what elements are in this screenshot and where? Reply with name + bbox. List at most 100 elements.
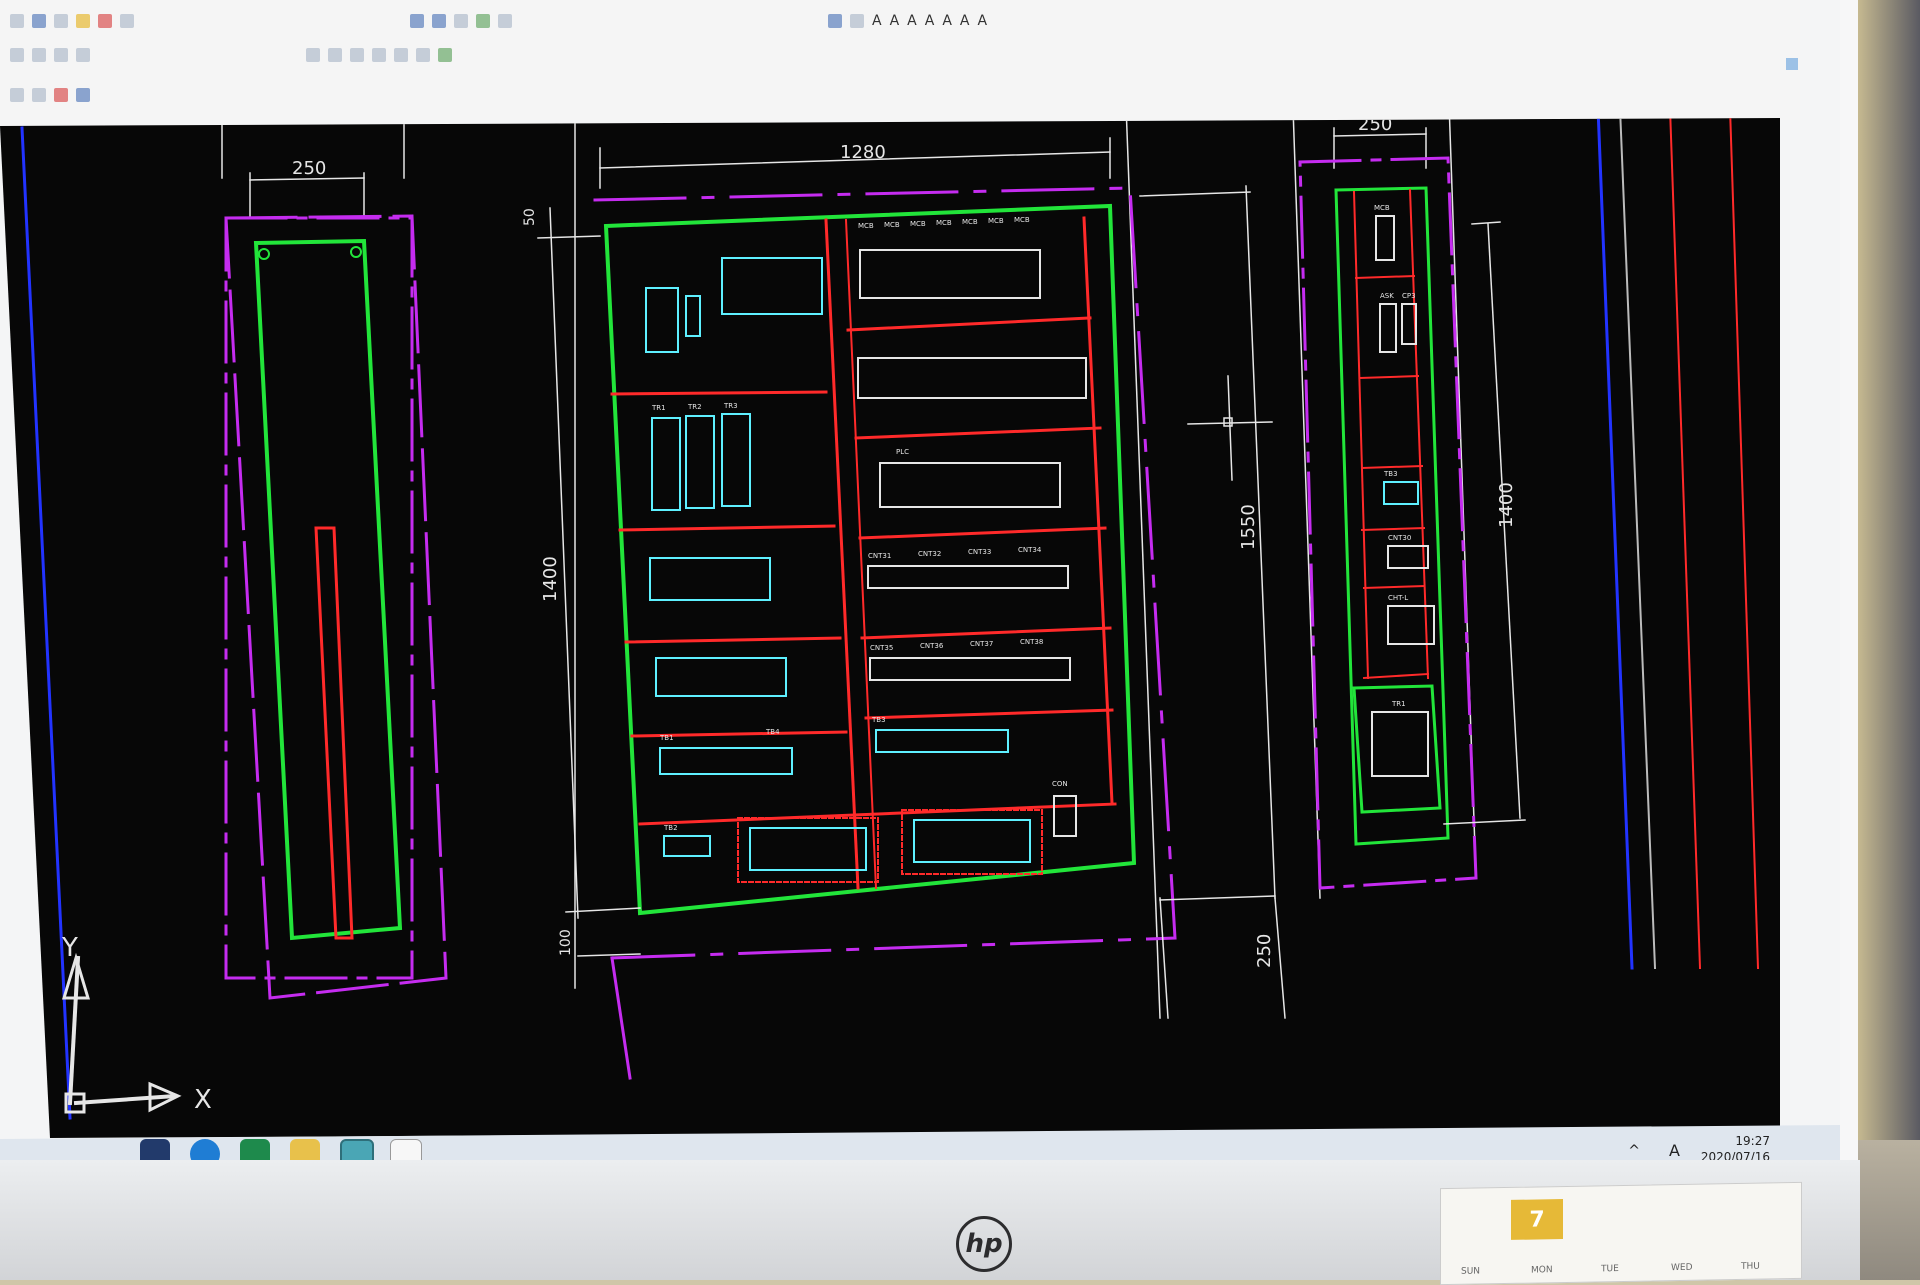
red-guide-line-2: [1728, 118, 1760, 970]
mirror-icon[interactable]: [372, 48, 386, 62]
connector-label-8: CNT38: [1020, 638, 1043, 646]
ortho-icon[interactable]: [54, 88, 68, 102]
tray-chevron-icon[interactable]: ^: [1628, 1143, 1640, 1159]
zoom-in-icon[interactable]: [410, 14, 424, 28]
save-icon[interactable]: [54, 14, 68, 28]
side-width-dim: 250: [1358, 118, 1392, 135]
blue-guide-line: [1596, 118, 1634, 970]
extend-icon[interactable]: [438, 48, 452, 62]
breaker-label-4: MCB: [936, 219, 952, 227]
side-label-6: CHT-L: [1388, 594, 1408, 602]
main-height-dim: 1400: [540, 556, 561, 602]
cad-toolbar: A A A A A A A: [0, 0, 1800, 120]
red-guide-line-1: [1668, 118, 1702, 970]
side-label-4: TB3: [1383, 470, 1398, 478]
side-height-dim: 1400: [1496, 482, 1517, 528]
properties-icon[interactable]: [498, 14, 512, 28]
connector-label-7: CNT37: [970, 640, 993, 648]
text-button-6[interactable]: A: [960, 13, 970, 29]
calendar-day-wed: WED: [1671, 1262, 1693, 1274]
hp-logo: hp: [956, 1216, 1012, 1272]
desk-calendar: 7 SUN MON TUE WED THU: [1440, 1181, 1802, 1285]
clock-time: 19:27: [1735, 1134, 1770, 1148]
text-style-icon[interactable]: [828, 14, 842, 28]
circle-icon[interactable]: [54, 48, 68, 62]
connector-label-6: CNT36: [920, 642, 944, 650]
zoom-out-icon[interactable]: [432, 14, 446, 28]
terminal-label-4: TB4: [765, 728, 780, 736]
grid-icon[interactable]: [32, 88, 46, 102]
new-icon[interactable]: [10, 14, 24, 28]
monitor: A A A A A A A 250 1280 50 1400 100 1550 …: [0, 0, 1860, 1280]
calendar-day-mon: MON: [1531, 1265, 1553, 1276]
connector-label-1: CNT31: [868, 552, 891, 560]
cad-drawing: 250 1280 50 1400 100 1550 250 250 1400 Y…: [20, 118, 1760, 1120]
offset-icon[interactable]: [394, 48, 408, 62]
terminal-label-2: TB2: [663, 824, 678, 832]
transformer-label-2: TR2: [687, 403, 702, 411]
toolbar-row-2: [0, 40, 452, 70]
breaker-label-6: MCB: [988, 217, 1004, 225]
connector-label-5: CNT35: [870, 644, 893, 652]
x-axis-label: X: [194, 1085, 212, 1115]
arc-icon[interactable]: [76, 48, 90, 62]
side-label-7: TR1: [1391, 700, 1406, 708]
side-label-3: CP3: [1402, 292, 1416, 300]
side-label-2: ASK: [1380, 292, 1394, 300]
text-button-2[interactable]: A: [890, 13, 900, 29]
main-top-offset-dim: 50: [522, 208, 538, 226]
polyline-icon[interactable]: [32, 48, 46, 62]
transformer-label-1: TR1: [651, 404, 666, 412]
left-panel-drawing: [221, 118, 448, 1000]
text-button-3[interactable]: A: [907, 13, 917, 29]
ucs-axis-icon: [61, 952, 182, 1114]
terminal-label-3: TB3: [871, 716, 886, 724]
breaker-label-7: MCB: [1014, 216, 1030, 224]
breaker-label-5: MCB: [962, 218, 978, 226]
toolbar-row-1: A A A A A A A: [0, 6, 987, 36]
terminal-label-1: TB1: [659, 734, 674, 742]
plc-label: PLC: [896, 448, 909, 456]
breaker-label-3: MCB: [910, 220, 926, 228]
side-label-5: CNT30: [1388, 534, 1411, 542]
cad-drawing-area[interactable]: 250 1280 50 1400 100 1550 250 250 1400 Y…: [0, 118, 1780, 1138]
input-language-indicator[interactable]: A: [1669, 1141, 1680, 1160]
text-button-5[interactable]: A: [942, 13, 952, 29]
bottom-dim: 250: [1254, 934, 1275, 968]
text-button-1[interactable]: A: [872, 13, 882, 29]
panel-toggle-icon[interactable]: [1786, 58, 1798, 70]
connector-label-3: CNT33: [968, 548, 991, 556]
print-icon[interactable]: [76, 14, 90, 28]
side-label-1: MCB: [1374, 204, 1390, 212]
copy-icon[interactable]: [328, 48, 342, 62]
breaker-label-1: MCB: [858, 222, 874, 230]
main-panel-drawing: [537, 118, 1286, 1080]
left-width-dim: 250: [292, 158, 326, 179]
total-height-dim: 1550: [1238, 504, 1259, 550]
text-button-7[interactable]: A: [977, 13, 987, 29]
open-icon[interactable]: [32, 14, 46, 28]
osnap-icon[interactable]: [76, 88, 90, 102]
trim-icon[interactable]: [416, 48, 430, 62]
main-width-dim: 1280: [840, 142, 886, 163]
snap-icon[interactable]: [10, 88, 24, 102]
breaker-label-2: MCB: [884, 221, 900, 229]
main-bottom-offset-dim: 100: [558, 929, 574, 956]
rotate-icon[interactable]: [350, 48, 364, 62]
move-icon[interactable]: [306, 48, 320, 62]
calendar-month-badge: 7: [1511, 1199, 1563, 1240]
dim-style-icon[interactable]: [850, 14, 864, 28]
line-icon[interactable]: [10, 48, 24, 62]
undo-icon[interactable]: [98, 14, 112, 28]
connector-label-4: CNT34: [1018, 546, 1042, 554]
toolbar-row-3: [0, 80, 90, 110]
pan-icon[interactable]: [454, 14, 468, 28]
layer-icon[interactable]: [476, 14, 490, 28]
redo-icon[interactable]: [120, 14, 134, 28]
calendar-day-thu: THU: [1741, 1261, 1760, 1272]
calendar-day-tue: TUE: [1601, 1264, 1619, 1275]
con-label: CON: [1052, 780, 1068, 788]
connector-label-2: CNT32: [918, 550, 941, 558]
text-button-4[interactable]: A: [925, 13, 935, 29]
y-axis-label: Y: [61, 933, 78, 963]
